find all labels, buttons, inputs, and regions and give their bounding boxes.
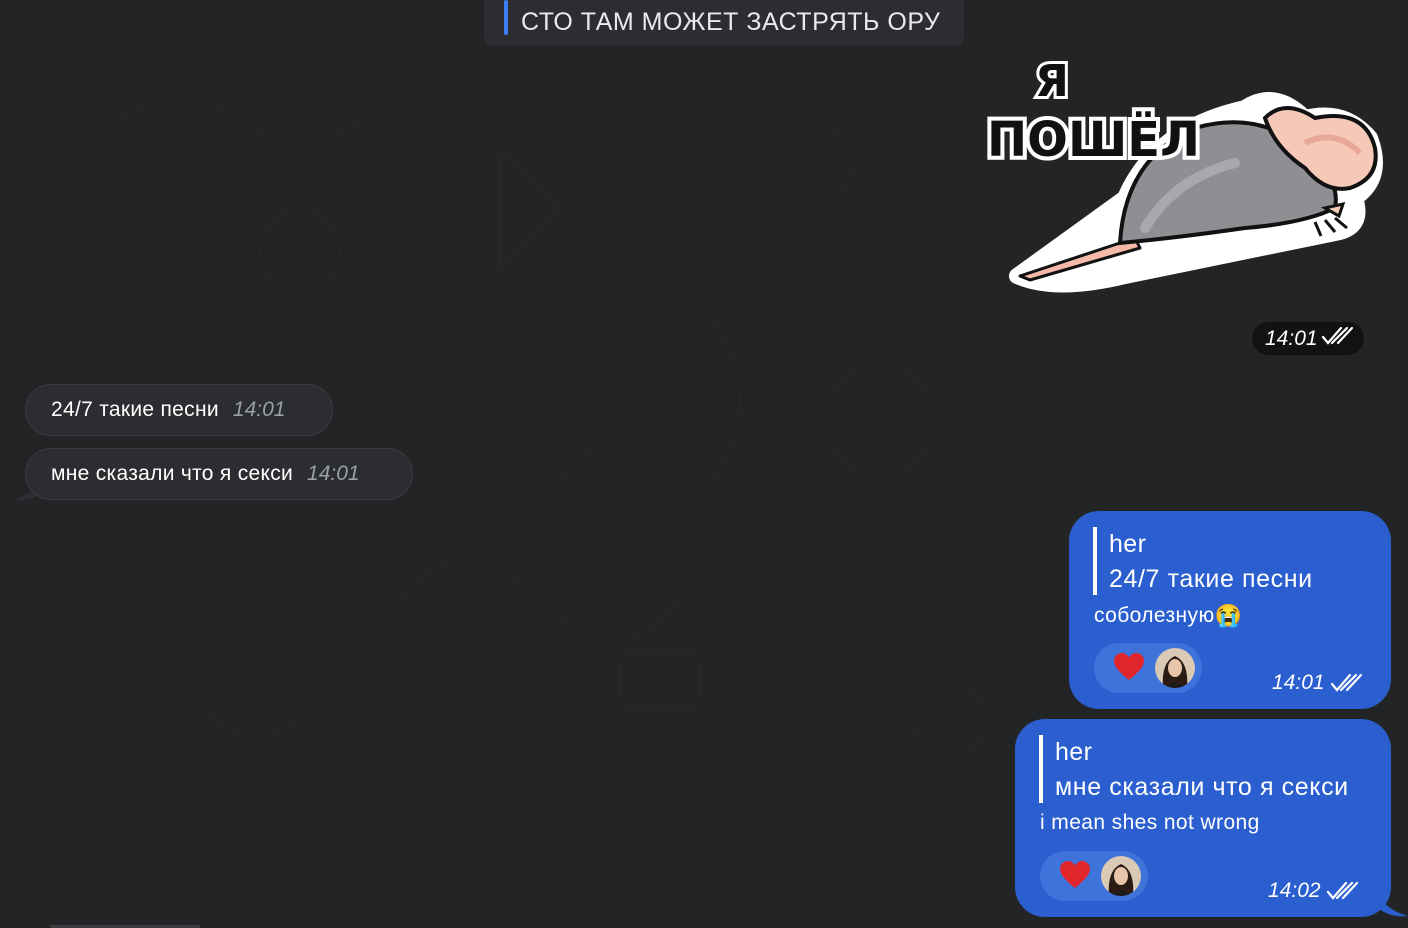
message-time: 14:01: [232, 398, 286, 421]
heart-icon: [1114, 653, 1144, 680]
outgoing-message[interactable]: her мне сказали что я секси i mean shes …: [1015, 719, 1391, 917]
heart-icon: [1060, 861, 1090, 888]
bubble-tail-icon: [1378, 894, 1408, 917]
message-text: i mean shes not wrong: [1040, 811, 1260, 834]
reaction-chip[interactable]: [1040, 851, 1148, 901]
outgoing-message[interactable]: her 24/7 такие песни соболезную 😭 14:01: [1069, 511, 1391, 709]
message-time: 14:02: [1268, 879, 1321, 902]
double-check-icon: [1321, 326, 1353, 352]
pinned-message-bar[interactable]: СТО ТАМ МОЖЕТ ЗАСТРЯТЬ ОРУ: [484, 0, 964, 46]
message-text: мне сказали что я секси: [51, 462, 294, 485]
message-timestamp: 14:02: [1268, 879, 1359, 903]
message-text-row: i mean shes not wrong: [1040, 811, 1260, 835]
avatar[interactable]: [1155, 648, 1195, 688]
message-time: 14:01: [1272, 671, 1325, 694]
pinned-message-text: СТО ТАМ МОЖЕТ ЗАСТРЯТЬ ОРУ: [521, 8, 941, 36]
crying-emoji-icon: 😭: [1214, 603, 1243, 628]
sticker-timestamp: 14:01: [1252, 322, 1364, 355]
message-text: 24/7 такие песни: [51, 398, 219, 421]
reaction-chip[interactable]: [1094, 643, 1202, 693]
message-text: соболезную: [1094, 604, 1215, 627]
message-time: 14:01: [307, 462, 360, 485]
rat-sticker[interactable]: Я ПОШЁЛ: [975, 48, 1395, 293]
reply-quote[interactable]: her мне сказали что я секси: [1039, 735, 1349, 803]
sticker-caption-poshel: ПОШЁЛ: [987, 111, 1200, 168]
double-check-icon: [1326, 881, 1358, 900]
reply-author: her: [1055, 738, 1093, 766]
reply-author: her: [1109, 530, 1147, 558]
message-text-row: соболезную 😭: [1094, 603, 1242, 629]
message-timestamp: 14:01: [1272, 671, 1363, 695]
incoming-message[interactable]: мне сказали что я секси 14:01: [25, 448, 413, 500]
reply-text: 24/7 такие песни: [1109, 565, 1313, 593]
avatar[interactable]: [1101, 856, 1141, 896]
double-check-icon: [1330, 673, 1362, 692]
reply-text: мне сказали что я секси: [1055, 773, 1349, 801]
sticker-time-text: 14:01: [1265, 326, 1318, 350]
incoming-message[interactable]: 24/7 такие песни 14:01: [25, 384, 333, 436]
sticker-caption-ya: Я: [1035, 56, 1069, 107]
reply-quote[interactable]: her 24/7 такие песни: [1093, 527, 1313, 595]
pinned-accent-bar: [504, 0, 508, 35]
